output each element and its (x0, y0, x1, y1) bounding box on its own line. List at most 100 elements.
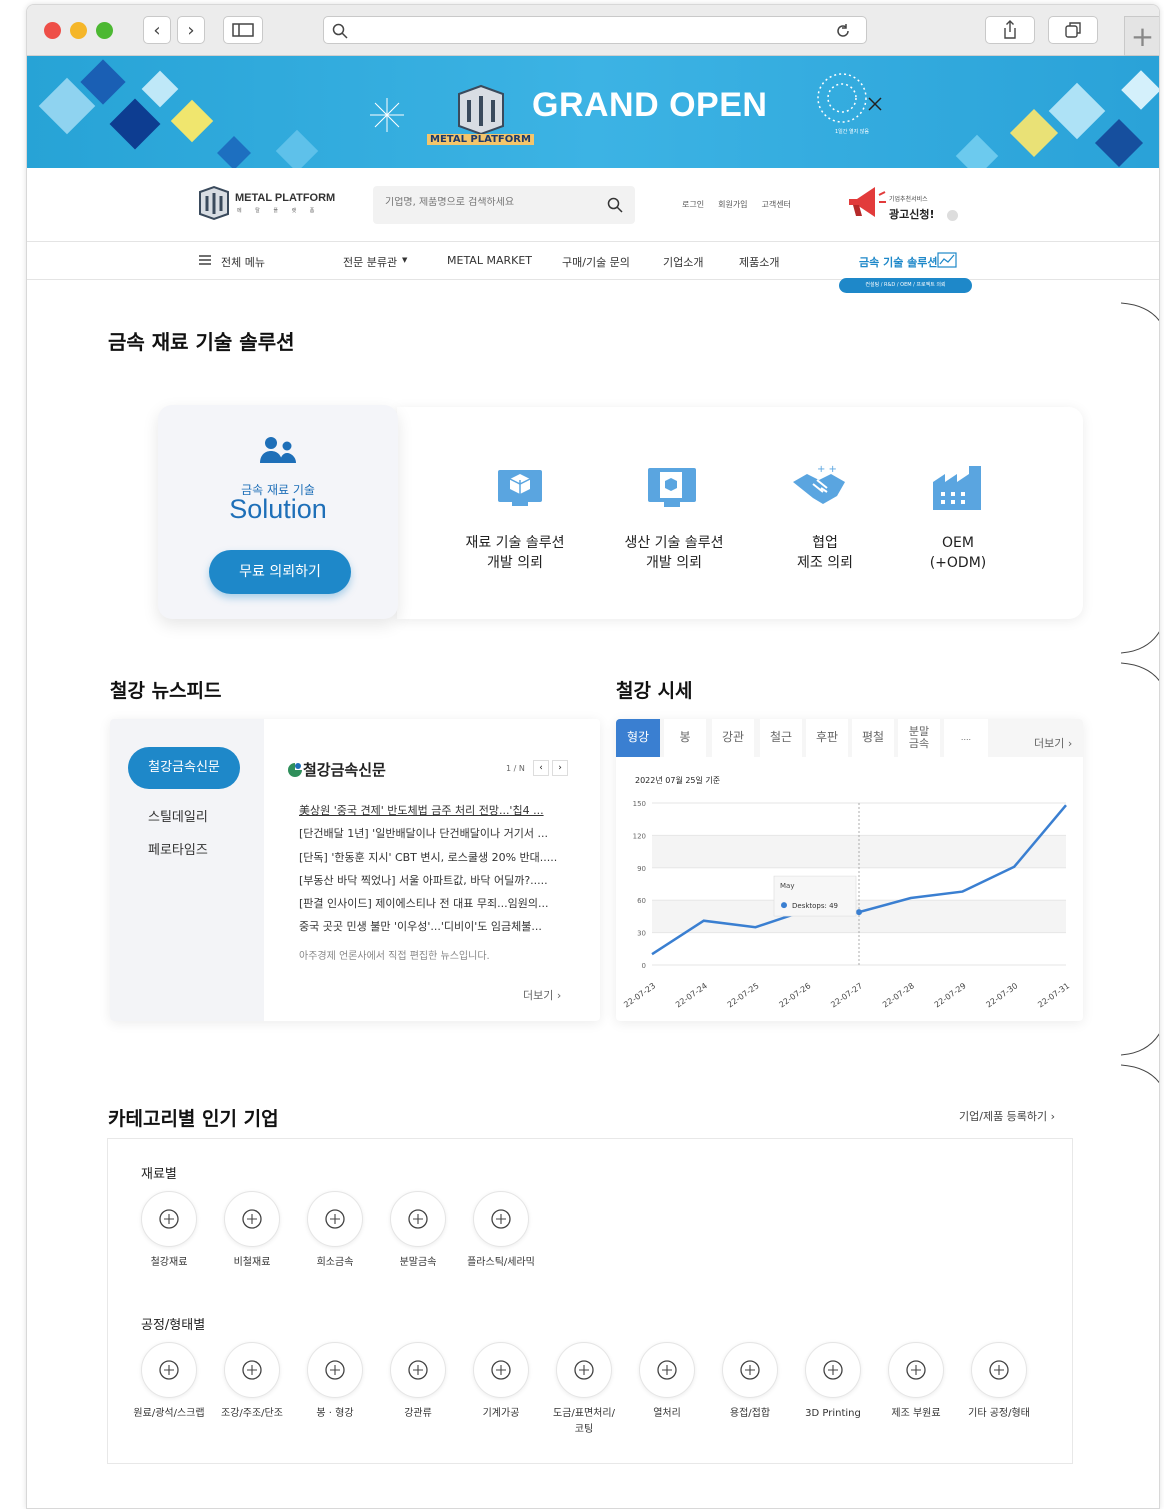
chevron-down-icon: ▼ (402, 256, 408, 264)
material-category-item[interactable]: 분말금속 (378, 1191, 458, 1271)
chevron-right-icon: › (1050, 1110, 1056, 1123)
login-link[interactable]: 로그인 (682, 199, 704, 210)
grand-open-banner[interactable]: GRAND OPEN METAL PLATFORM 1일간 열지 않음 (27, 56, 1159, 168)
process-category-item[interactable]: 3D Printing (793, 1342, 873, 1422)
process-category-item[interactable]: 기타 공정/형태 (959, 1342, 1039, 1422)
material-category-item[interactable]: 철강재료 (129, 1191, 209, 1271)
site-logo-icon[interactable] (197, 185, 231, 221)
free-request-button[interactable]: 무료 의뢰하기 (209, 550, 351, 594)
process-category-item[interactable]: 제조 부원료 (876, 1342, 956, 1422)
search-input[interactable] (385, 197, 595, 208)
search-bar[interactable] (373, 186, 635, 224)
sidebar-icon[interactable] (223, 16, 263, 44)
news-source-title: 철강금속신문 (303, 761, 386, 779)
solution-item-4[interactable]: OEM (+ODM) (888, 533, 1028, 573)
site-logo-name[interactable]: METAL PLATFORM (235, 192, 335, 204)
process-category-label: 기타 공정/형태 (968, 1408, 1030, 1419)
price-tab[interactable]: 분말금속 (898, 719, 940, 757)
nav-item-company[interactable]: 기업소개 (663, 254, 703, 270)
price-tab[interactable]: 봉 (664, 719, 706, 757)
price-tab-active[interactable]: 형강 (616, 719, 660, 757)
solution-item-2-line1: 생산 기술 솔루션 (624, 535, 724, 551)
nav-item-market[interactable]: METAL MARKET (447, 254, 532, 267)
material-solution-icon (492, 460, 548, 516)
minimize-window-button[interactable] (70, 22, 87, 39)
forward-icon[interactable]: › (177, 16, 205, 44)
solution-item-1[interactable]: 재료 기술 솔루션 개발 의뢰 (445, 533, 585, 573)
source-tab-active[interactable]: 철강금속신문 (128, 747, 240, 789)
nav-item-solution[interactable]: 금속 기술 솔루션 (859, 254, 938, 270)
process-category-item[interactable]: 열처리 (627, 1342, 707, 1422)
ad-arrow-icon[interactable] (947, 210, 958, 221)
solution-item-2-line2: 개발 의뢰 (646, 555, 702, 571)
process-category-label: 제조 부원료 (891, 1408, 941, 1419)
search-icon[interactable] (607, 197, 623, 213)
news-item[interactable]: [판결 인사이드] 제이에스티나 전 대표 무죄...임원의... (299, 895, 574, 911)
material-category-label: 철강재료 (150, 1257, 188, 1268)
nav-item-inquiry[interactable]: 구매/기술 문의 (562, 254, 630, 270)
news-item[interactable]: [부동산 바닥 찍었나] 서울 아파트값, 바닥 어딜까?..... (299, 872, 574, 888)
process-category-item[interactable]: 강관류 (378, 1342, 458, 1422)
all-menu-button[interactable]: 전체 메뉴 (221, 254, 265, 270)
news-item[interactable]: [단독] '한동훈 지시' CBT 변시, 로스쿨생 20% 반대..... (299, 849, 574, 865)
process-category-item[interactable]: 도금/표면처리/ 코팅 (544, 1342, 624, 1438)
solution-item-3[interactable]: 협업 제조 의뢰 (755, 533, 895, 573)
signup-link[interactable]: 회원가입 (718, 199, 747, 210)
close-icon[interactable] (867, 96, 883, 112)
share-icon[interactable] (985, 16, 1035, 44)
new-tab-icon[interactable]: + (1124, 16, 1159, 56)
price-tab[interactable]: 평철 (852, 719, 894, 757)
zoom-window-button[interactable] (96, 22, 113, 39)
source-tab-ferrotimes[interactable]: 페로타임즈 (148, 839, 208, 858)
pager-prev-icon[interactable]: ‹ (533, 760, 549, 776)
news-item[interactable]: [단건배달 1년] '일반배달이나 단건배달이나 거기서 ... (299, 825, 574, 841)
close-window-button[interactable] (44, 22, 61, 39)
news-more-label: 더보기 (523, 989, 554, 1002)
price-tab[interactable]: 철근 (760, 719, 802, 757)
process-category-item[interactable]: 봉 · 형강 (295, 1342, 375, 1422)
solution-item-2[interactable]: 생산 기술 솔루션 개발 의뢰 (604, 533, 744, 573)
factory-icon (929, 460, 989, 516)
y-tick-label: 60 (637, 897, 646, 905)
main-nav: 전체 메뉴 전문 분류관 ▼ METAL MARKET 구매/기술 문의 기업소… (27, 242, 1159, 293)
price-line-chart[interactable]: 0 30 60 90 120 150 22-07-23 22-07-24 22-07-25 22-… (616, 789, 1083, 1021)
production-solution-icon (644, 460, 700, 516)
material-category-item[interactable]: 희소금속 (295, 1191, 375, 1271)
reload-icon[interactable] (834, 22, 852, 40)
tabs-icon[interactable] (1048, 16, 1098, 44)
pager-next-icon[interactable]: › (552, 760, 568, 776)
price-tab[interactable]: 강관 (712, 719, 754, 757)
material-category-label: 분말금속 (399, 1257, 437, 1268)
address-bar[interactable] (323, 16, 867, 44)
process-category-item[interactable]: 기계가공 (461, 1342, 541, 1422)
y-tick-label: 120 (633, 832, 646, 840)
process-category-item[interactable]: 용접/접합 (710, 1342, 790, 1422)
process-category-item[interactable]: 조강/주조/단조 (212, 1342, 292, 1422)
menu-icon[interactable] (199, 255, 211, 265)
support-link[interactable]: 고객센터 (762, 199, 791, 210)
price-tab[interactable]: 후판 (806, 719, 848, 757)
material-category-icon (473, 1191, 529, 1247)
register-link[interactable]: 기업/제품 등록하기 › (959, 1108, 1055, 1124)
ad-request-link[interactable]: 광고신청! (889, 206, 935, 222)
news-item[interactable]: 美상원 '중국 견제' 반도체법 금주 처리 전망...'칩4 ... (299, 802, 574, 818)
solution-item-1-line1: 재료 기술 솔루션 (465, 535, 565, 551)
back-icon[interactable]: ‹ (143, 16, 171, 44)
material-category-item[interactable]: 비철재료 (212, 1191, 292, 1271)
process-category-icon (141, 1342, 197, 1398)
nav-item-product[interactable]: 제품소개 (739, 254, 779, 270)
news-more-link[interactable]: 더보기 › (523, 987, 561, 1003)
users-icon (260, 437, 296, 463)
nav-item-category[interactable]: 전문 분류관 (343, 254, 397, 270)
news-item[interactable]: 중국 곳곳 민생 불만 '이우성'...'디비이'도 임금체불... (299, 918, 574, 934)
process-category-icon (971, 1342, 1027, 1398)
source-tab-steeldaily[interactable]: 스틸데일리 (148, 806, 208, 825)
y-tick-label: 90 (637, 865, 646, 873)
material-title: 재료별 (141, 1167, 177, 1182)
price-tab[interactable]: .... (944, 719, 988, 757)
price-more-link[interactable]: 더보기 › (1034, 735, 1072, 751)
process-category-label: 용접/접합 (729, 1408, 771, 1419)
material-category-item[interactable]: 플라스틱/세라믹 (461, 1191, 541, 1271)
process-category-item[interactable]: 원료/광석/스크랩 (129, 1342, 209, 1422)
banner-hide-option[interactable]: 1일간 열지 않음 (835, 128, 869, 135)
